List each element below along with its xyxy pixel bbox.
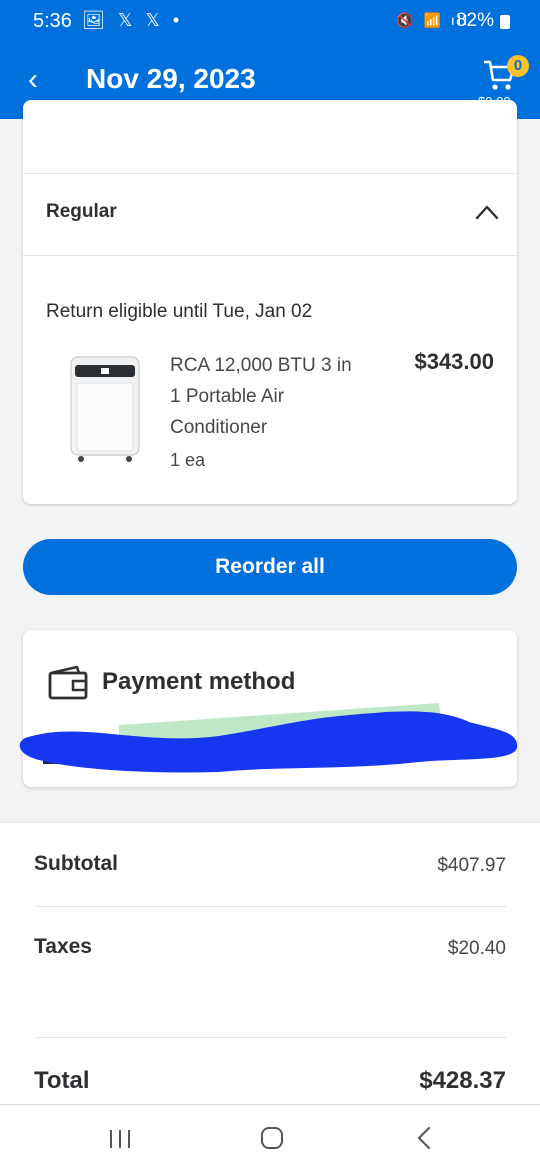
divider xyxy=(34,1037,506,1038)
payment-method-title: Payment method xyxy=(102,668,296,695)
divider xyxy=(23,255,517,256)
recent-apps-icon[interactable] xyxy=(100,1123,140,1153)
order-items-card: Regular Return eligible until Tue, Jan 0… xyxy=(23,100,517,504)
system-navigation-bar xyxy=(0,1104,540,1170)
back-nav-icon[interactable] xyxy=(404,1123,444,1153)
subtotal-value: $407.97 xyxy=(437,855,506,876)
order-summary: Subtotal $407.97 Taxes $20.40 Total $428… xyxy=(0,822,540,1104)
battery-icon xyxy=(500,15,510,29)
product-image[interactable] xyxy=(67,355,143,465)
fulfillment-type-label: Regular xyxy=(46,201,117,222)
back-button[interactable]: ‹ xyxy=(28,62,38,98)
battery-level: 82% xyxy=(455,10,494,31)
divider xyxy=(23,173,517,174)
total-label: Total xyxy=(34,1067,90,1094)
redacted-payment-details xyxy=(19,703,518,773)
status-time: 5:36 xyxy=(33,10,72,32)
notification-icons: 🖼 𝕏 𝕏 • xyxy=(82,10,184,30)
wallet-icon xyxy=(48,665,88,700)
home-icon[interactable] xyxy=(252,1123,292,1153)
payment-method-card: Payment method xyxy=(19,630,518,787)
return-eligibility: Return eligible until Tue, Jan 02 xyxy=(46,301,313,322)
chevron-up-icon[interactable] xyxy=(475,202,499,222)
total-value: $428.37 xyxy=(419,1067,506,1094)
cart-count-badge: 0 xyxy=(507,55,529,77)
taxes-label: Taxes xyxy=(34,935,92,958)
product-price: $343.00 xyxy=(414,349,494,374)
divider xyxy=(34,906,506,907)
taxes-value: $20.40 xyxy=(447,938,506,959)
status-bar: 5:36 🖼 𝕏 𝕏 • 🔇 📶 ıll 82% xyxy=(0,0,540,42)
product-quantity: 1 ea xyxy=(170,450,206,470)
page-title: Nov 29, 2023 xyxy=(86,63,256,94)
reorder-all-button[interactable]: Reorder all xyxy=(23,539,517,595)
product-name[interactable]: RCA 12,000 BTU 3 in 1 Portable Air Condi… xyxy=(170,350,360,443)
subtotal-label: Subtotal xyxy=(34,852,118,875)
